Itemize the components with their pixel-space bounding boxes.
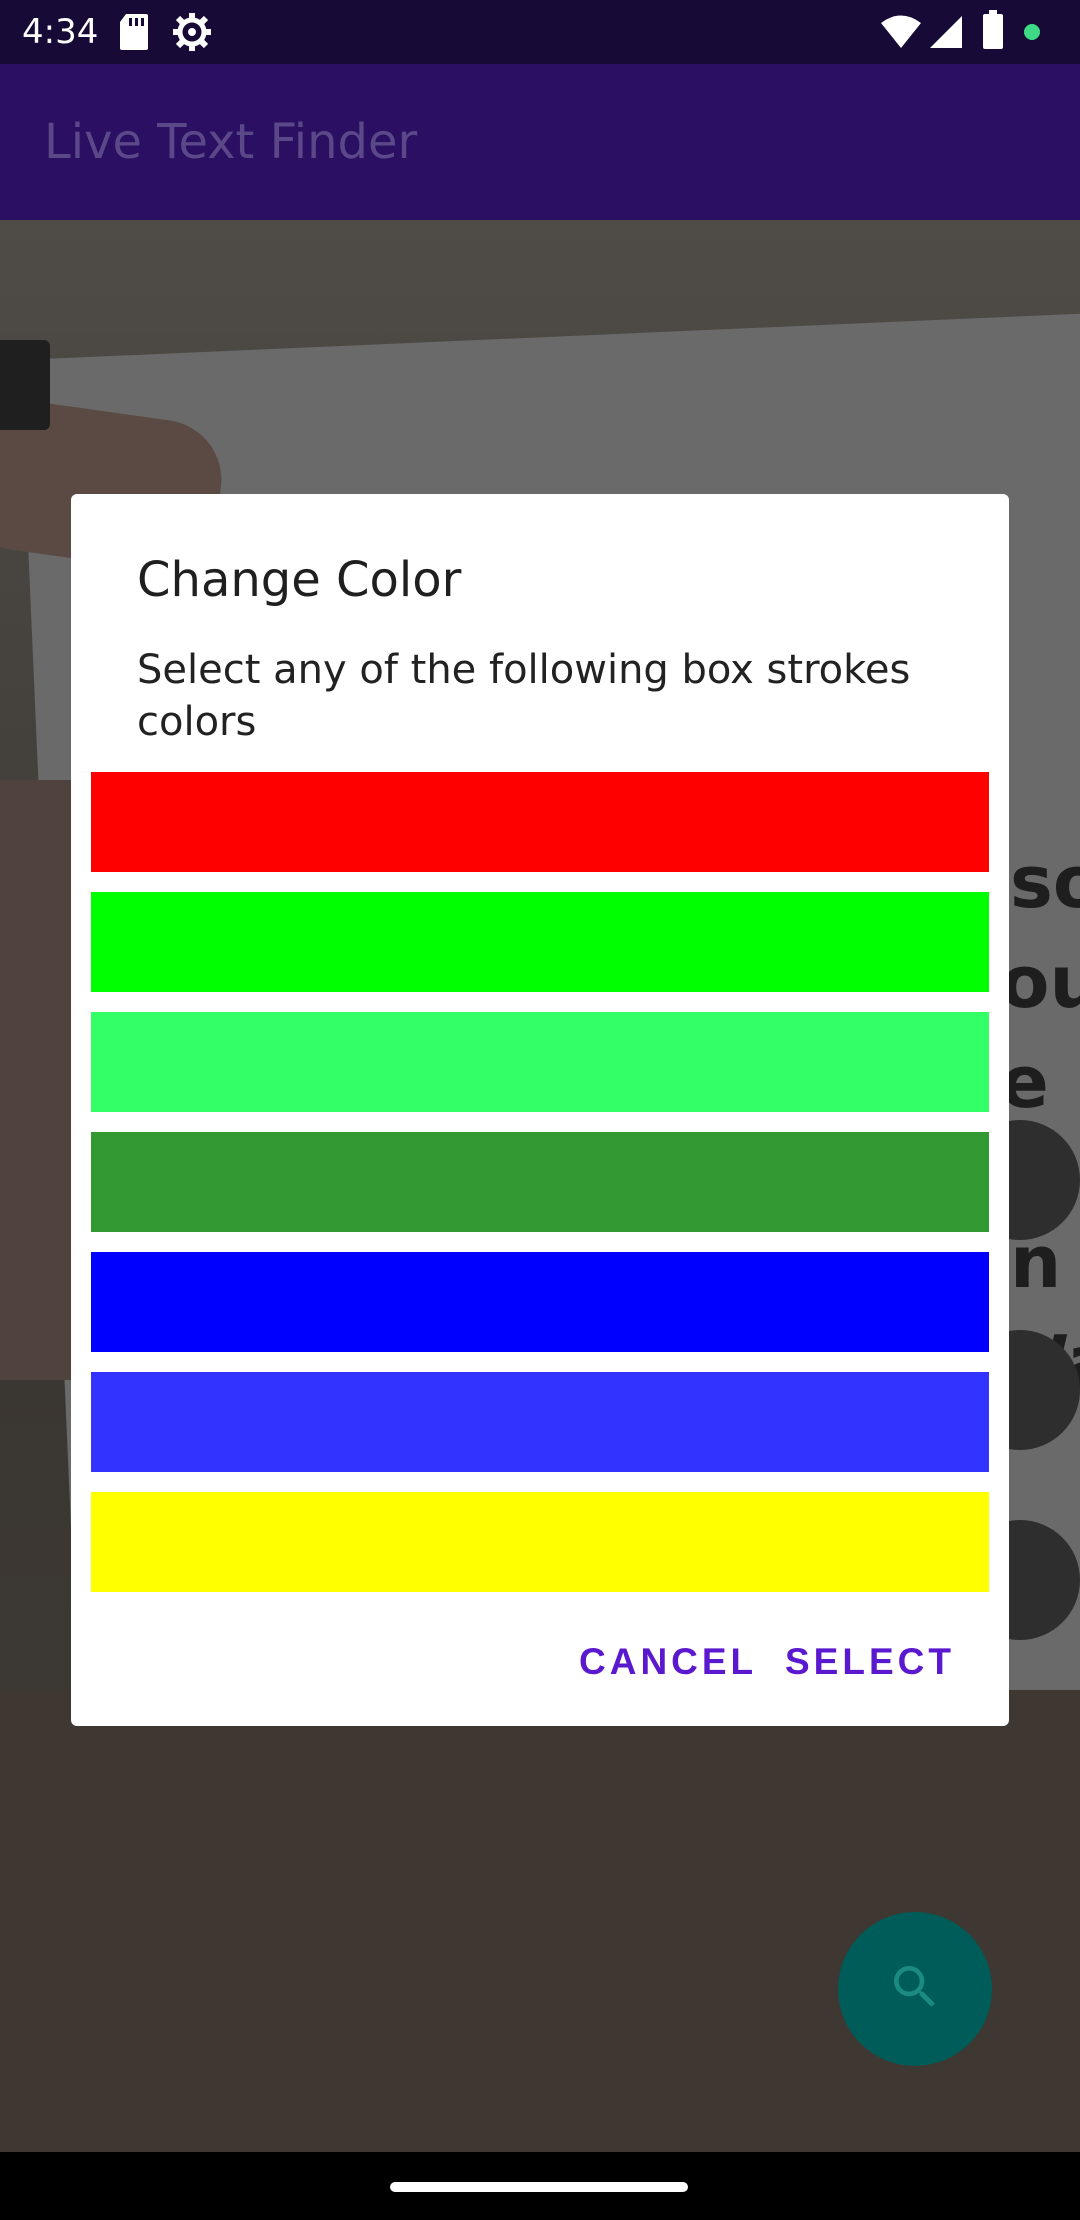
color-swatch-blue[interactable] (91, 1252, 989, 1352)
settings-icon (172, 12, 212, 56)
color-swatch-dark-green[interactable] (91, 1132, 989, 1232)
app-bar: Live Text Finder (0, 64, 1080, 220)
notification-dot-icon (1024, 24, 1040, 44)
wifi-icon (880, 14, 922, 54)
status-bar: 4:34 (0, 0, 1080, 64)
color-swatch-light-blue[interactable] (91, 1372, 989, 1472)
paper-text-fragment: ou (1000, 940, 1080, 1024)
color-swatch-green[interactable] (91, 892, 989, 992)
color-swatch-light-green[interactable] (91, 1012, 989, 1112)
change-color-dialog: Change Color Select any of the following… (71, 494, 1009, 1726)
status-time: 4:34 (22, 12, 99, 52)
cancel-button[interactable]: CANCEL (579, 1622, 757, 1702)
sd-card-icon (118, 12, 150, 56)
finger (0, 340, 50, 430)
dialog-actions: CANCEL SELECT (71, 1622, 1009, 1702)
dialog-title: Change Color (137, 552, 462, 608)
color-swatch-yellow[interactable] (91, 1492, 989, 1592)
signal-icon (928, 14, 964, 54)
search-fab[interactable] (838, 1912, 992, 2066)
search-icon (887, 1959, 943, 2019)
battery-icon (982, 10, 1004, 54)
navigation-bar (0, 2152, 1080, 2220)
app-title: Live Text Finder (44, 114, 418, 170)
color-swatch-red[interactable] (91, 772, 989, 872)
home-gesture-handle[interactable] (390, 2182, 688, 2192)
color-list[interactable] (91, 772, 989, 1636)
select-button[interactable]: SELECT (785, 1622, 955, 1702)
paper-text-fragment: so (1010, 840, 1080, 924)
dialog-message: Select any of the following box strokes … (137, 647, 911, 745)
